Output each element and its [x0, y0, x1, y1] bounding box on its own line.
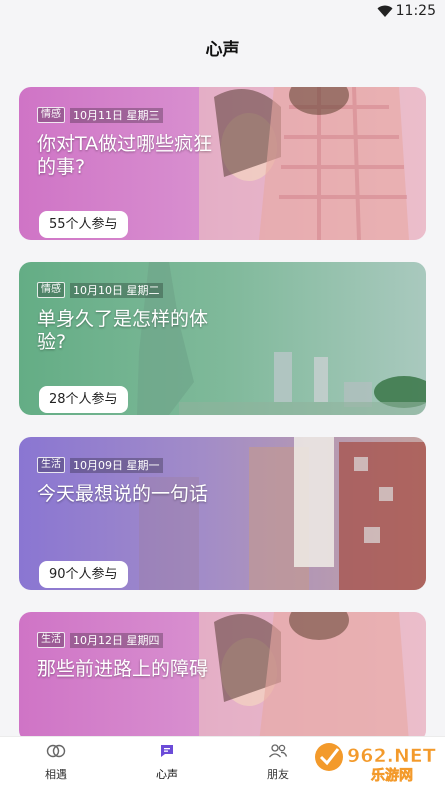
- card-date: 10月09日 星期一: [70, 457, 163, 473]
- chat-icon: [161, 745, 173, 757]
- tab-label: 相遇: [45, 768, 67, 781]
- tab-voice[interactable]: 心声: [132, 743, 202, 782]
- topic-card[interactable]: 生活 10月12日 星期四 那些前进路上的障碍: [19, 612, 426, 742]
- category-tag: 情感: [37, 107, 65, 123]
- participant-count: 90个人参与: [39, 561, 128, 588]
- card-date: 10月11日 星期三: [70, 107, 163, 123]
- participant-count: 55个人参与: [39, 211, 128, 238]
- tab-meet[interactable]: 相遇: [21, 743, 91, 782]
- category-tag: 生活: [37, 457, 65, 473]
- card-headline: 单身久了是怎样的体验?: [37, 308, 209, 353]
- card-meta: 生活 10月12日 星期四: [37, 632, 163, 648]
- topic-card[interactable]: 情感 10月10日 星期二 单身久了是怎样的体验? 28个人参与: [19, 262, 426, 415]
- card-date: 10月12日 星期四: [70, 632, 163, 648]
- card-headline: 今天最想说的一句话: [37, 483, 209, 505]
- card-meta: 生活 10月09日 星期一: [37, 457, 163, 473]
- watermark-logo: 962.NET 乐游网: [311, 735, 439, 785]
- tab-label: 朋友: [267, 768, 289, 781]
- app-header: 心声: [0, 24, 445, 70]
- topic-card[interactable]: 生活 10月09日 星期一 今天最想说的一句话 90个人参与: [19, 437, 426, 590]
- tab-label: 心声: [156, 768, 178, 781]
- tab-friends[interactable]: 朋友: [243, 743, 313, 782]
- card-meta: 情感 10月10日 星期二: [37, 282, 163, 298]
- page-title: 心声: [205, 39, 240, 60]
- card-date: 10月10日 星期二: [70, 282, 163, 298]
- category-tag: 情感: [37, 282, 65, 298]
- card-headline: 你对TA做过哪些疯狂的事?: [37, 133, 213, 178]
- friends-icon: [269, 744, 288, 758]
- topic-card[interactable]: 情感 10月11日 星期三 你对TA做过哪些疯狂的事? 55个人参与: [19, 87, 426, 240]
- card-headline: 那些前进路上的障碍: [37, 658, 209, 680]
- svg-text:乐游网: 乐游网: [371, 767, 413, 784]
- status-time: 11:25: [395, 3, 436, 19]
- category-tag: 生活: [37, 632, 65, 648]
- participant-count: 28个人参与: [39, 386, 128, 413]
- meet-icon: [46, 744, 66, 758]
- wifi-icon: [377, 5, 393, 17]
- svg-text:962.NET: 962.NET: [347, 745, 436, 767]
- status-bar: 11:25: [0, 0, 445, 24]
- card-meta: 情感 10月11日 星期三: [37, 107, 163, 123]
